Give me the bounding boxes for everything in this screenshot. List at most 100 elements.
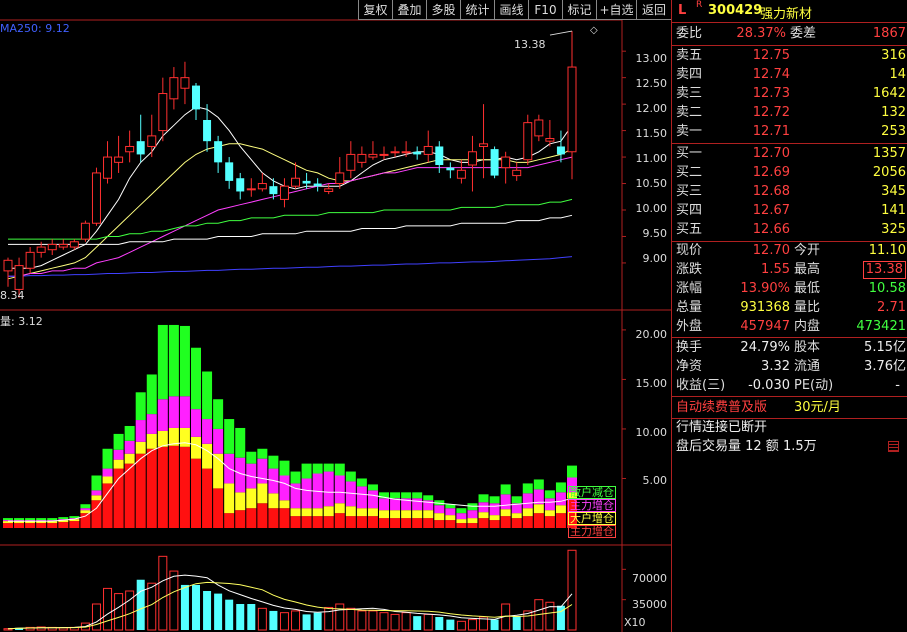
- volume-bar-segment: [412, 510, 423, 519]
- toolbar-button-back[interactable]: 返回: [636, 0, 671, 20]
- candle-body: [302, 180, 311, 184]
- volume-bar-segment: [257, 448, 268, 459]
- stats-row: 收益(三) -0.030 PE(动) -: [672, 376, 907, 396]
- stats-label: 净资: [676, 359, 703, 374]
- price-tick: 11.50: [635, 127, 668, 140]
- volume-bar-segment: [423, 495, 434, 501]
- volume-bar-segment: [213, 428, 224, 454]
- candle-body: [214, 141, 223, 163]
- volume-bar-segment: [191, 458, 201, 528]
- volume-bar-segment: [401, 492, 412, 499]
- volume-bar-segment: [478, 502, 489, 513]
- volume-bar-segment: [456, 523, 467, 528]
- bid-price: 12.66: [752, 222, 790, 237]
- volume-bar-segment: [69, 521, 80, 528]
- volume-tick: 5.00: [642, 474, 668, 487]
- volume-bar-segment: [312, 508, 323, 517]
- stock-code[interactable]: 300429: [708, 3, 762, 18]
- ma250-label: MA250: 9.12: [0, 22, 70, 35]
- candle-body: [47, 243, 57, 251]
- volume-bar-segment: [356, 516, 367, 528]
- toolbar-button-biaoji[interactable]: 标记: [562, 0, 596, 20]
- weicha-label: 委差: [790, 26, 817, 41]
- bid-row[interactable]: 买五 12.66 325: [672, 220, 907, 240]
- lower-tick: 70000: [632, 572, 667, 585]
- bid-row[interactable]: 买一 12.70 1357: [672, 144, 907, 164]
- volume-bar-segment: [323, 516, 334, 528]
- toolbar-button-diejia[interactable]: 叠加: [392, 0, 426, 20]
- ask-row[interactable]: 卖一 12.71 253: [672, 122, 907, 142]
- ask-row[interactable]: 卖四 12.74 14: [672, 65, 907, 85]
- lower-bar: [490, 619, 499, 630]
- bid-row[interactable]: 买三 12.68 345: [672, 182, 907, 202]
- lower-bar: [192, 584, 200, 630]
- volume-bar-segment: [312, 516, 323, 528]
- volume-bar-segment: [102, 476, 113, 484]
- promo-text[interactable]: 自动续费普及版: [676, 398, 767, 418]
- quote-label: 涨幅: [676, 281, 703, 296]
- stats-row: 换手 24.79% 股本 5.15亿: [672, 338, 907, 358]
- volume-bar-segment: [555, 505, 566, 514]
- volume-bar-segment: [268, 508, 279, 528]
- ask-row[interactable]: 卖五 12.75 316: [672, 46, 907, 66]
- ask-row[interactable]: 卖三 12.73 1642: [672, 84, 907, 104]
- volume-bar-segment: [522, 508, 533, 517]
- bid-row[interactable]: 买四 12.67 141: [672, 201, 907, 221]
- quote-row: 涨跌 1.55 最高 13.38: [672, 260, 907, 280]
- volume-bar-segment: [124, 463, 135, 528]
- lower-bar: [401, 612, 411, 631]
- toolbar-button-duogu[interactable]: 多股: [426, 0, 460, 20]
- ask-price: 12.71: [752, 124, 790, 139]
- candle-body: [379, 153, 389, 156]
- candle-body: [125, 145, 135, 153]
- high-price-marker: 13.38: [514, 38, 546, 51]
- quote-label: 现价: [676, 243, 703, 258]
- volume-bar-segment: [102, 468, 113, 477]
- bid-volume: 2056: [872, 165, 906, 180]
- toolbar-button-add-watchlist[interactable]: +自选: [596, 0, 636, 20]
- ask-row[interactable]: 卖二 12.72 132: [672, 103, 907, 123]
- lower-bar: [313, 612, 322, 630]
- volume-bar-segment: [434, 505, 445, 514]
- volume-bar-segment: [345, 471, 356, 482]
- volume-bar-segment: [25, 518, 36, 521]
- toolbar-button-tongji[interactable]: 统计: [460, 0, 494, 20]
- volume-bar-segment: [445, 508, 456, 516]
- toolbar-button-f10[interactable]: F10: [528, 0, 562, 20]
- toolbar-button-huaxian[interactable]: 画线: [494, 0, 528, 20]
- promo-price[interactable]: 30元/月: [794, 398, 841, 418]
- volume-bar-segment: [124, 453, 135, 464]
- stock-name[interactable]: 强力新材: [760, 3, 812, 22]
- bid-price: 12.70: [752, 146, 790, 161]
- volume-bar-segment: [91, 490, 102, 496]
- volume-bar-segment: [434, 513, 445, 521]
- volume-bar-segment: [3, 523, 13, 528]
- candle-body: [25, 251, 35, 269]
- volume-bar-segment: [467, 503, 478, 511]
- toolbar-button-fuquan[interactable]: 复权: [358, 0, 392, 20]
- volume-bar-segment: [323, 463, 334, 472]
- volume-bar-segment: [334, 463, 345, 476]
- grid-icon[interactable]: [888, 441, 899, 452]
- quote-value: 12.70: [752, 243, 790, 258]
- promo-row[interactable]: 自动续费普及版 30元/月: [672, 398, 907, 418]
- candle-body: [501, 156, 511, 169]
- candle-body: [467, 151, 477, 166]
- volume-bar-segment: [157, 324, 168, 400]
- volume-bar-segment: [202, 419, 213, 444]
- volume-bar-segment: [434, 520, 445, 528]
- lower-bar: [203, 591, 212, 630]
- price-tick: 10.00: [635, 202, 668, 215]
- lower-bar: [512, 616, 521, 630]
- candle-body: [103, 156, 113, 179]
- bid-row[interactable]: 买二 12.69 2056: [672, 163, 907, 183]
- volume-bar-segment: [246, 488, 257, 509]
- bid-price: 12.68: [752, 184, 790, 199]
- candle-body: [257, 183, 267, 190]
- ask-price: 12.75: [752, 48, 790, 63]
- quote-value: 11.10: [868, 243, 906, 258]
- candle-body: [512, 169, 522, 177]
- candle-body: [192, 85, 200, 110]
- volume-bar-segment: [135, 392, 146, 421]
- high-arrow: [549, 30, 573, 36]
